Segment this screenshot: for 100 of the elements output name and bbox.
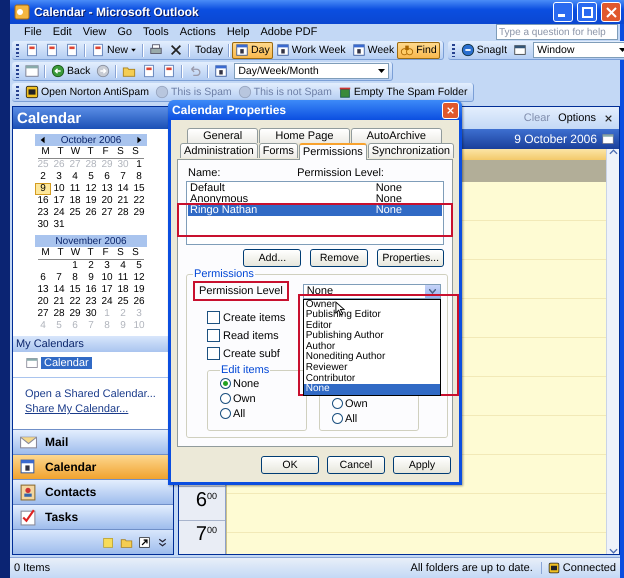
calendar-day[interactable]: 6 [35, 272, 51, 284]
calendar-day[interactable]: 12 [83, 183, 99, 195]
calendar-day[interactable]: 25 [115, 296, 131, 308]
calendar-day[interactable]: 27 [35, 308, 51, 320]
tab[interactable]: Synchronization [368, 143, 454, 158]
calendar-day[interactable]: 16 [83, 284, 99, 296]
calendar-day[interactable]: 10 [51, 183, 67, 195]
toolbar-button[interactable]: SnagIt [458, 42, 510, 58]
radio-button[interactable] [220, 378, 231, 389]
calendar-day[interactable]: 6 [99, 171, 115, 183]
menu-item[interactable]: Go [117, 26, 132, 38]
tab[interactable]: Forms [258, 143, 298, 158]
dropdown-option[interactable]: Editor [304, 320, 440, 332]
help-search-field[interactable]: Type a question for help [496, 24, 618, 40]
calendar-day[interactable]: 30 [35, 219, 51, 231]
calendar-day[interactable]: 13 [35, 284, 51, 296]
calendar-day[interactable]: 27 [99, 207, 115, 219]
calendar-day[interactable]: 31 [51, 219, 67, 231]
calendar-day[interactable]: 9 [35, 183, 51, 195]
calendar-day[interactable]: 7 [51, 272, 67, 284]
radio-button[interactable] [220, 408, 231, 419]
menu-item[interactable]: Tools [143, 26, 169, 38]
dropdown-option[interactable]: Publishing Author [304, 331, 440, 342]
calendar-day[interactable]: 5 [83, 171, 99, 183]
list-row[interactable]: Ringo Nathan None [188, 205, 442, 216]
calendar-day[interactable]: 20 [99, 195, 115, 207]
calendar-day[interactable]: 18 [67, 195, 83, 207]
dropdown-option[interactable]: None [304, 384, 440, 395]
calendar-day[interactable]: 21 [51, 296, 67, 308]
checkbox[interactable] [207, 311, 220, 324]
dialog-button[interactable]: Apply [393, 456, 451, 474]
toolbar-button[interactable]: Today [192, 42, 226, 58]
shortcut-icon[interactable] [138, 536, 151, 548]
nav-button[interactable]: Contacts [13, 479, 173, 504]
calendar-day[interactable]: 23 [35, 207, 51, 219]
calendar-day[interactable]: 20 [35, 296, 51, 308]
calendar-day[interactable]: 13 [99, 183, 115, 195]
scrollbar[interactable] [606, 149, 619, 554]
close-button[interactable] [442, 102, 459, 118]
calendar-day[interactable]: 16 [35, 195, 51, 207]
dropdown-option[interactable]: Reviewer [304, 363, 440, 374]
calendar-day[interactable]: 19 [131, 284, 147, 296]
list-row[interactable]: Anonymous None [188, 194, 442, 205]
calendar-day[interactable]: 12 [131, 272, 147, 284]
calendar-day[interactable]: 29 [131, 207, 147, 219]
menu-item[interactable]: Adobe PDF [260, 26, 318, 38]
calendar-day[interactable]: 23 [83, 296, 99, 308]
calendar-day[interactable]: 26 [83, 207, 99, 219]
toolbar-link[interactable]: Options [558, 112, 596, 124]
calendar-day[interactable]: 28 [115, 207, 131, 219]
calendar-day[interactable]: 15 [67, 284, 83, 296]
calendar-day[interactable]: 11 [115, 272, 131, 284]
calendar-day[interactable]: 4 [115, 260, 131, 272]
calendar-day[interactable]: 15 [131, 183, 147, 195]
calendar-day[interactable]: 3 [51, 171, 67, 183]
toolbar-button[interactable]: Work Week [272, 42, 349, 58]
calendar-day[interactable]: 9 [83, 272, 99, 284]
dialog-button[interactable]: Cancel [327, 456, 385, 474]
calendar-day[interactable]: 1 [67, 260, 83, 272]
toolbar-button[interactable]: Open Norton AntiSpam [22, 84, 152, 100]
calendar-day[interactable]: 10 [99, 272, 115, 284]
calendar-day[interactable]: 26 [131, 296, 147, 308]
radio-button[interactable] [332, 413, 343, 424]
dropdown-option[interactable]: Publishing Editor [304, 310, 440, 321]
calendar-day[interactable]: 14 [51, 284, 67, 296]
list-row[interactable]: Default None [188, 183, 442, 194]
calendar-day[interactable]: 17 [99, 284, 115, 296]
calendar-day[interactable]: 21 [115, 195, 131, 207]
calendar-day[interactable]: 25 [67, 207, 83, 219]
calendar-day[interactable]: 19 [83, 195, 99, 207]
calendar-day[interactable]: 30 [83, 308, 99, 320]
left-arrow-icon[interactable] [39, 135, 47, 145]
tab[interactable]: General [187, 128, 258, 143]
nav-button[interactable]: Tasks [13, 504, 173, 529]
menu-item[interactable]: Edit [52, 26, 72, 38]
toolbar-button[interactable]: Find [397, 42, 440, 58]
menu-item[interactable]: Help [226, 26, 250, 38]
calendar-day[interactable]: 11 [67, 183, 83, 195]
toolbar-button[interactable]: New [88, 42, 140, 58]
menu-item[interactable]: Actions [180, 26, 216, 38]
tab[interactable]: Home Page [259, 128, 350, 143]
calendar-day[interactable]: 17 [51, 195, 67, 207]
dropdown[interactable]: Day/Week/Month [234, 63, 390, 79]
calendar-day[interactable]: 28 [51, 308, 67, 320]
calendar-day[interactable]: 2 [35, 171, 51, 183]
calendar-day[interactable]: 8 [67, 272, 83, 284]
calendar-day[interactable]: 14 [115, 183, 131, 195]
calendar-day[interactable]: 2 [83, 260, 99, 272]
toolbar-button[interactable]: Day [232, 42, 273, 58]
dropdown-option[interactable]: Owner [304, 300, 440, 310]
menu-item[interactable]: View [82, 26, 106, 38]
calendar-day[interactable]: 7 [115, 171, 131, 183]
dialog-button[interactable]: Remove [310, 249, 368, 267]
connection-status[interactable]: Connected [540, 562, 616, 574]
dialog-button[interactable]: Add... [243, 249, 302, 267]
close-icon[interactable] [604, 114, 613, 122]
tab[interactable]: AutoArchive [350, 128, 442, 143]
calendar-day[interactable]: 3 [99, 260, 115, 272]
calendar-day[interactable]: 22 [131, 195, 147, 207]
radio-button[interactable] [220, 393, 231, 404]
